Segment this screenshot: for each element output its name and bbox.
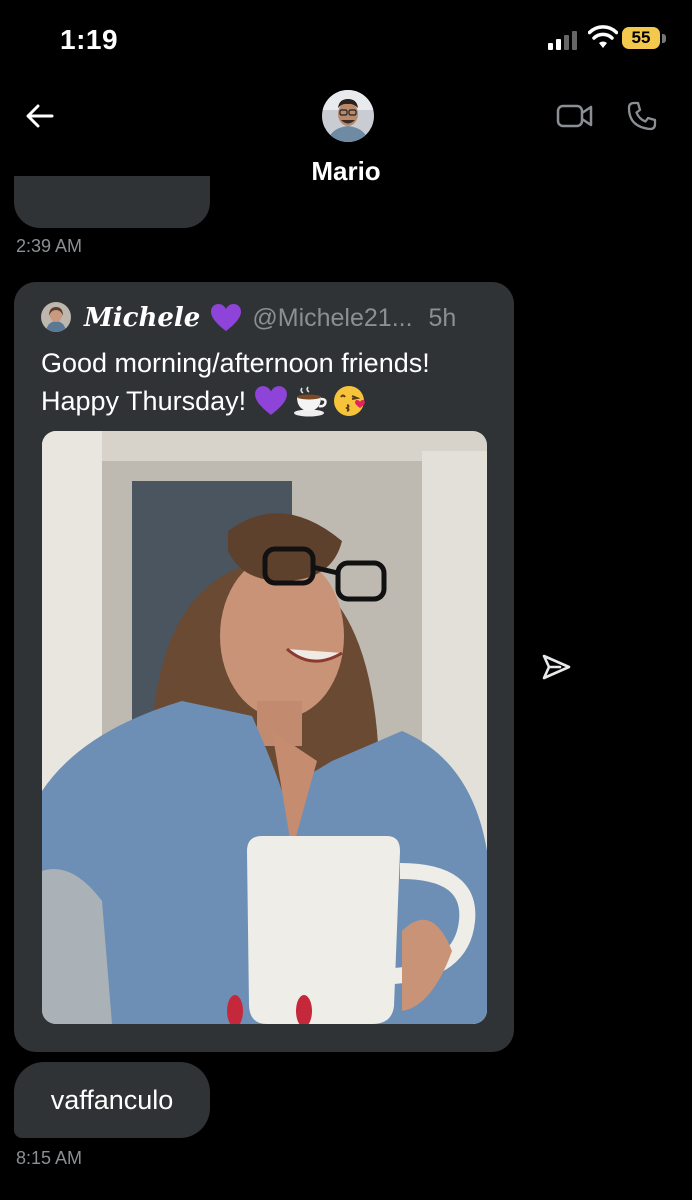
- battery-level: 55: [622, 27, 660, 49]
- coffee-emoji: [294, 386, 327, 417]
- tweet-author-handle: @Michele21...: [252, 303, 413, 332]
- phone-icon[interactable]: [626, 100, 658, 132]
- cellular-signal-icon: [548, 31, 577, 50]
- battery-tip: [662, 34, 666, 43]
- purple-heart-emoji: [255, 386, 288, 415]
- tweet-author-avatar: [41, 302, 71, 332]
- status-time: 1:19: [60, 24, 119, 55]
- tweet-author-row: Michele @Michele21... 5h: [84, 300, 456, 336]
- message-timestamp: 8:15 AM: [16, 1148, 83, 1168]
- message-text: vaffanculo: [50, 1084, 174, 1115]
- contact-avatar[interactable]: [322, 90, 374, 142]
- tweet-text: Good morning/afternoon friends! Happy Th…: [41, 344, 501, 420]
- previous-message-bubble[interactable]: [14, 176, 210, 228]
- tweet-text-line-2: Happy Thursday!: [41, 386, 247, 416]
- tweet-text-line-1: Good morning/afternoon friends!: [41, 348, 430, 378]
- tweet-author-name: Michele: [84, 303, 201, 333]
- message-timestamp: 2:39 AM: [16, 236, 83, 256]
- wifi-icon: [588, 25, 618, 48]
- kissing-face-emoji: [334, 386, 366, 416]
- arrow-left-icon[interactable]: [24, 100, 56, 132]
- video-call-icon[interactable]: [556, 102, 594, 130]
- tweet-photo[interactable]: [42, 431, 487, 1024]
- tweet-age: 5h: [428, 303, 457, 332]
- tweet-text-line-2-row: Happy Thursday!: [41, 382, 501, 420]
- shared-tweet-card[interactable]: Michele @Michele21... 5h Good morning/af…: [14, 282, 514, 1052]
- share-icon[interactable]: [540, 652, 574, 682]
- battery-indicator: 55: [622, 27, 668, 51]
- purple-heart-emoji: [211, 304, 242, 331]
- message-bubble[interactable]: vaffanculo: [14, 1062, 210, 1138]
